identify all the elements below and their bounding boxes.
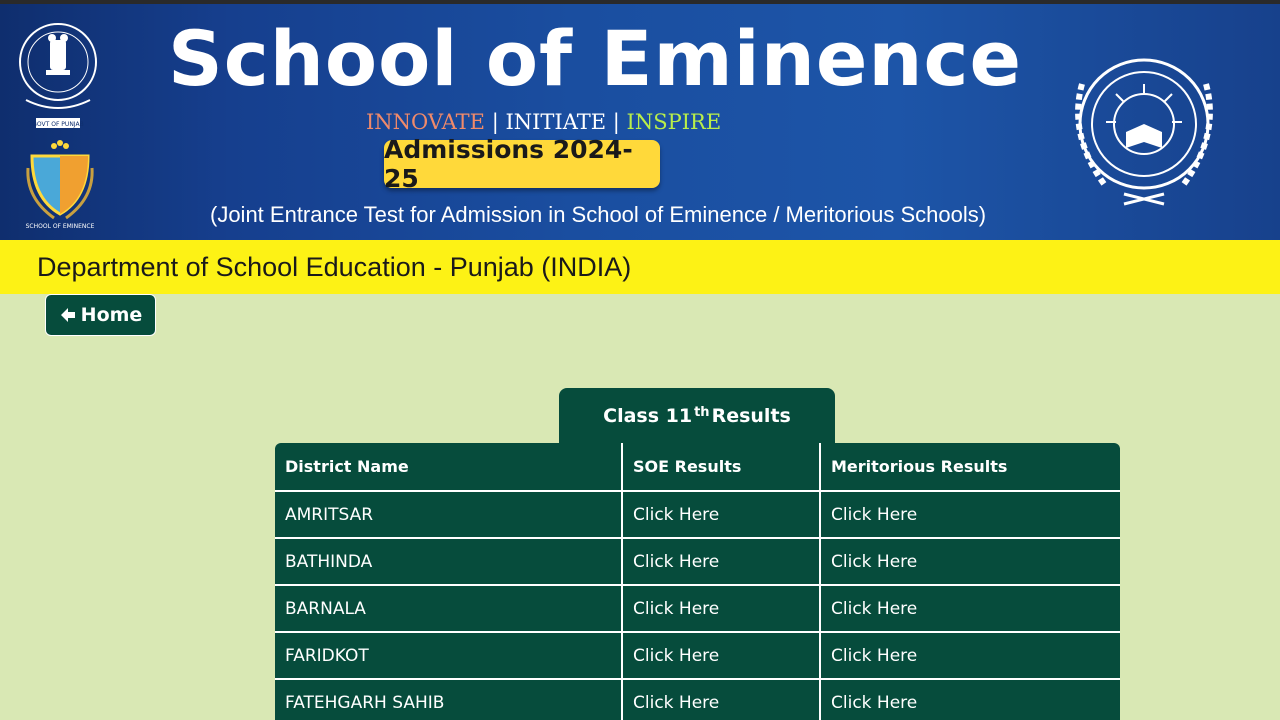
soe-result-link[interactable]: Click Here (622, 491, 821, 539)
tagline: INNOVATE | INITIATE | INSPIRE (366, 110, 721, 134)
header-meritorious-results: Meritorious Results (820, 443, 1120, 492)
soe-result-link[interactable]: Click Here (622, 585, 821, 633)
soe-result-link[interactable]: Click Here (622, 632, 821, 680)
soe-logo-icon: SCHOOL OF EMINENCE (26, 140, 95, 230)
department-name: Department of School Education - Punjab … (37, 251, 632, 282)
meritorious-result-link[interactable]: Click Here (820, 491, 1120, 539)
pseb-seal-icon (1075, 58, 1213, 206)
arrow-left-icon (60, 308, 75, 322)
govt-punjab-emblem-icon: GOVT OF PUNJAB (19, 23, 97, 128)
home-button[interactable]: Home (45, 294, 156, 336)
tagline-separator: | (612, 110, 620, 134)
district-name: AMRITSAR (275, 491, 623, 539)
results-tab: Class 11 th Results (559, 388, 835, 444)
banner-title: School of Eminence (168, 14, 1023, 103)
results-tab-suffix: Results (711, 405, 791, 427)
district-name: BARNALA (275, 585, 623, 633)
table-row: FATEHGARH SAHIB Click Here Click Here (275, 679, 1120, 720)
emblem-caption: GOVT OF PUNJAB (32, 121, 83, 128)
banner-subtitle: (Joint Entrance Test for Admission in Sc… (210, 202, 987, 227)
district-name: FARIDKOT (275, 632, 623, 680)
results-tab-sup: th (694, 404, 710, 420)
home-button-label: Home (80, 304, 143, 326)
table-row: BATHINDA Click Here Click Here (275, 538, 1120, 586)
admission-badge: Admissions 2024-25 (384, 135, 660, 193)
results-tab-prefix: Class 11 (603, 405, 693, 427)
site-banner: GOVT OF PUNJAB SCHOOL OF EMINENCE School… (0, 4, 1280, 240)
results-table: District Name SOE Results Meritorious Re… (275, 443, 1120, 720)
header-district: District Name (275, 443, 623, 492)
tagline-innovate: INNOVATE (366, 110, 485, 134)
tagline-initiate: INITIATE (505, 110, 607, 134)
table-header-row: District Name SOE Results Meritorious Re… (275, 443, 1120, 492)
table-row: BARNALA Click Here Click Here (275, 585, 1120, 633)
meritorious-result-link[interactable]: Click Here (820, 585, 1120, 633)
tagline-separator: | (491, 110, 499, 134)
department-bar: Department of School Education - Punjab … (0, 240, 1280, 294)
meritorious-result-link[interactable]: Click Here (820, 632, 1120, 680)
soe-result-link[interactable]: Click Here (622, 679, 821, 720)
table-row: AMRITSAR Click Here Click Here (275, 491, 1120, 539)
meritorious-result-link[interactable]: Click Here (820, 679, 1120, 720)
soe-logo-caption: SCHOOL OF EMINENCE (26, 223, 95, 230)
table-row: FARIDKOT Click Here Click Here (275, 632, 1120, 680)
soe-result-link[interactable]: Click Here (622, 538, 821, 586)
header-soe-results: SOE Results (622, 443, 821, 492)
meritorious-result-link[interactable]: Click Here (820, 538, 1120, 586)
district-name: FATEHGARH SAHIB (275, 679, 623, 720)
district-name: BATHINDA (275, 538, 623, 586)
tagline-inspire: INSPIRE (626, 110, 722, 134)
